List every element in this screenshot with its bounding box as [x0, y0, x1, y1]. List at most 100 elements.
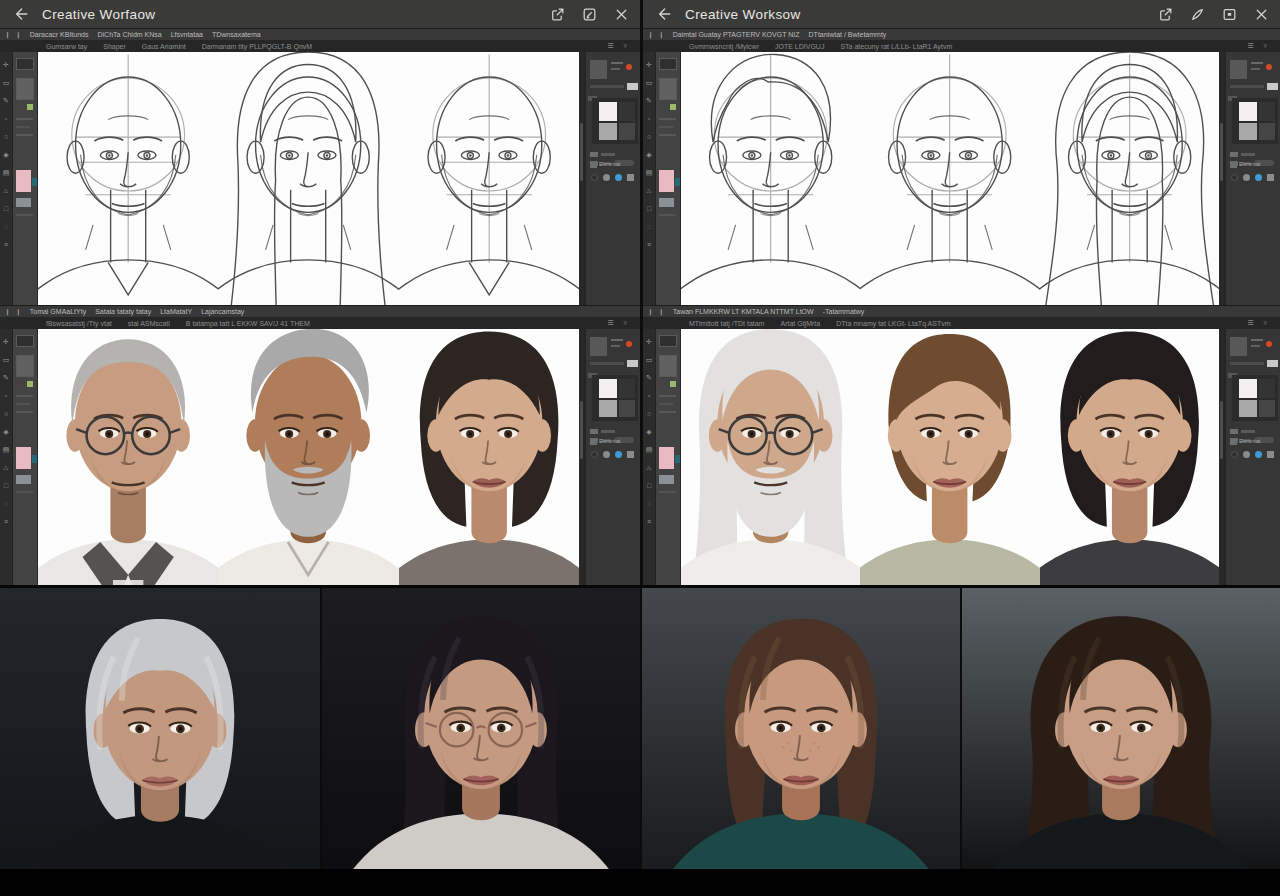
swatch-white[interactable] [599, 102, 617, 121]
back-icon[interactable] [653, 5, 673, 23]
zoom-tool-icon[interactable]: ◌ [645, 222, 654, 231]
scrollbar-thumb[interactable] [1220, 123, 1223, 181]
back-icon[interactable] [10, 5, 30, 23]
brush-tool-icon[interactable]: ✎ [645, 373, 654, 382]
option-item[interactable]: DTta mnamy tat LKGt- LtaTq ASTvm [836, 320, 950, 327]
layer-row-icon[interactable] [590, 162, 597, 168]
swatch-dark[interactable] [619, 123, 635, 140]
record-color-dot[interactable] [1266, 64, 1272, 70]
gray-square-dot[interactable] [627, 451, 634, 458]
slider-row[interactable] [1230, 85, 1264, 88]
layer-row-icon[interactable] [590, 429, 598, 434]
fill-tool-icon[interactable]: ◈ [2, 427, 11, 436]
layer-thumb[interactable] [659, 198, 674, 207]
eyedropper-tool-icon[interactable]: ♨ [2, 463, 11, 472]
color-picker-thumb[interactable] [590, 60, 607, 79]
scrollbar-thumb[interactable] [580, 123, 583, 181]
swatch-slot-empty[interactable] [1259, 102, 1275, 121]
fill-tool-icon[interactable]: ◈ [645, 427, 654, 436]
move-tool-icon[interactable]: ✛ [2, 60, 11, 69]
text-tool-icon[interactable]: ▤ [2, 168, 11, 177]
slider-row[interactable] [590, 362, 624, 365]
lasso-tool-icon[interactable]: ▭ [2, 355, 11, 364]
blend-dot[interactable] [1231, 174, 1238, 181]
brush-icon[interactable] [1189, 6, 1206, 23]
blend-dot[interactable] [591, 451, 598, 458]
scrollbar-thumb[interactable] [1220, 401, 1223, 459]
teal-chip[interactable] [675, 455, 680, 463]
canvas-mid-right[interactable] [681, 329, 1219, 585]
layer-row-icon[interactable] [1230, 152, 1238, 157]
menu-item[interactable]: Daracacr KBItunds [30, 31, 89, 38]
menu-item[interactable]: -Tatammatwy [823, 308, 865, 315]
settings-tool-icon[interactable]: ≡ [2, 517, 11, 526]
gray-square-dot[interactable] [1267, 451, 1274, 458]
option-item[interactable]: stal ASMscatl [128, 320, 170, 327]
eraser-tool-icon[interactable]: ▫ [645, 391, 654, 400]
menu-item[interactable]: DiChTa Chidm KNsa [97, 31, 161, 38]
layer-thumb[interactable] [16, 475, 31, 484]
share-icon[interactable] [1157, 6, 1174, 23]
teal-chip[interactable] [32, 455, 37, 463]
settings-tool-icon[interactable]: ≡ [645, 240, 654, 249]
active-color-dot[interactable] [1255, 174, 1262, 181]
teal-chip[interactable] [32, 178, 37, 186]
canvas-top-left[interactable] [38, 52, 579, 305]
slider-row[interactable] [1230, 362, 1264, 365]
swatch-dark[interactable] [1259, 400, 1275, 417]
value-box[interactable] [1267, 83, 1278, 90]
menu-item[interactable]: DTtaniwtat / Bwtetammty [809, 31, 887, 38]
record-color-dot[interactable] [626, 64, 632, 70]
green-chip[interactable] [27, 104, 33, 110]
layer-row-icon[interactable] [1230, 439, 1237, 445]
frame-icon[interactable] [1221, 6, 1238, 23]
panel-thumb[interactable] [16, 335, 34, 347]
record-color-dot[interactable] [1266, 341, 1272, 347]
brush-tool-icon[interactable]: ✎ [645, 96, 654, 105]
gray-dot[interactable] [1243, 451, 1250, 458]
option-item[interactable]: B tatampa tatt L EKKW SAV/J 41 THEM [186, 320, 310, 327]
gray-dot[interactable] [603, 174, 610, 181]
menu-item[interactable]: Tomal GMAaLtYty [30, 308, 86, 315]
brush-tool-icon[interactable]: ✎ [2, 373, 11, 382]
hand-tool-icon[interactable]: □ [2, 481, 11, 490]
layer-thumb[interactable] [16, 198, 31, 207]
lasso-tool-icon[interactable]: ▭ [645, 355, 654, 364]
slider-row[interactable] [590, 85, 624, 88]
menu-item[interactable]: Lajancamstay [201, 308, 244, 315]
panel-header-icons[interactable]: ☰ ▿ [607, 42, 631, 50]
gray-dot[interactable] [1243, 174, 1250, 181]
menu-item[interactable]: Sataia tataty fatay [95, 308, 151, 315]
canvas-mid-left[interactable] [38, 329, 579, 585]
swatch-mid[interactable] [599, 400, 617, 417]
panel-thumb[interactable] [659, 58, 677, 70]
swatch-mid[interactable] [599, 123, 617, 140]
hand-tool-icon[interactable]: □ [645, 204, 654, 213]
brush-preview-thumb[interactable] [16, 78, 34, 100]
gray-dot[interactable] [603, 451, 610, 458]
share-icon[interactable] [549, 6, 566, 23]
edit-icon[interactable] [581, 6, 598, 23]
zoom-tool-icon[interactable]: ◌ [2, 222, 11, 231]
teal-chip[interactable] [675, 178, 680, 186]
eraser-tool-icon[interactable]: ▫ [645, 114, 654, 123]
color-picker-thumb[interactable] [1230, 337, 1247, 356]
settings-tool-icon[interactable]: ≡ [2, 240, 11, 249]
eyedropper-tool-icon[interactable]: ♨ [2, 186, 11, 195]
blend-dot[interactable] [1231, 451, 1238, 458]
move-tool-icon[interactable]: ✛ [2, 337, 11, 346]
layer-row-icon[interactable] [1230, 162, 1237, 168]
layer-row-icon[interactable] [590, 439, 597, 445]
color-picker-thumb[interactable] [590, 337, 607, 356]
text-tool-icon[interactable]: ▤ [645, 168, 654, 177]
shape-tool-icon[interactable]: ○ [2, 409, 11, 418]
swatch-slot-empty[interactable] [619, 379, 635, 398]
foreground-color-swatch[interactable] [659, 170, 674, 192]
option-item[interactable]: Shaper [103, 43, 126, 50]
fill-tool-icon[interactable]: ◈ [2, 150, 11, 159]
close-icon[interactable] [1253, 6, 1270, 23]
brush-tool-icon[interactable]: ✎ [2, 96, 11, 105]
swatch-dark[interactable] [619, 400, 635, 417]
value-box[interactable] [627, 83, 638, 90]
move-tool-icon[interactable]: ✛ [645, 337, 654, 346]
